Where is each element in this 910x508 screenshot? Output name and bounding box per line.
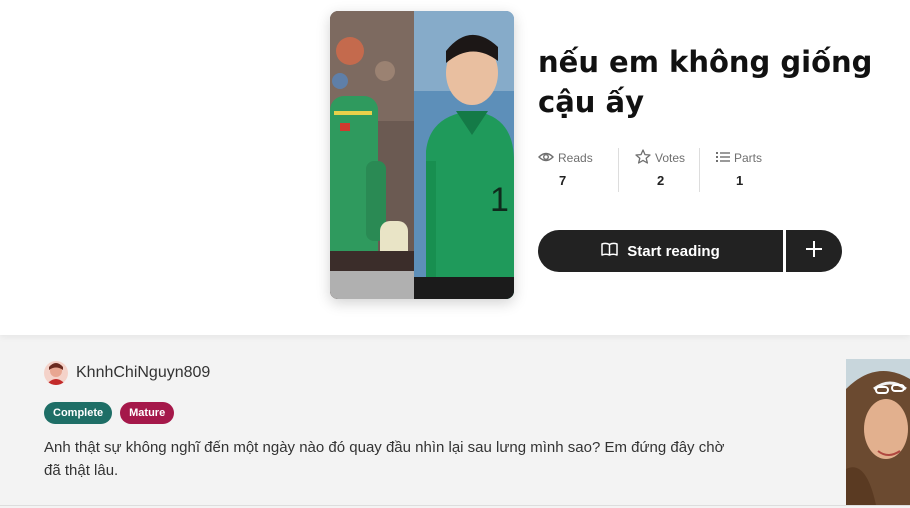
svg-text:1: 1 [490,181,509,219]
story-title: nếu em không giống cậu ấy [538,45,873,119]
reads-count: 7 [559,173,567,188]
parts-label: Parts [734,151,763,165]
list-icon [716,151,730,166]
votes-count: 2 [657,173,665,188]
start-reading-label: Start reading [627,242,720,260]
add-to-library-button[interactable] [786,230,842,272]
mature-badge: Mature [120,402,175,424]
side-ad-image[interactable] [846,359,910,505]
story-header: 1 nếu em không giống cậu ấy Reads 7 Vote… [0,0,910,335]
cover-image: 1 [330,11,514,299]
stat-parts: Parts 1 [699,148,780,192]
parts-count: 1 [736,173,744,188]
story-stats: Reads 7 Votes 2 Parts 1 [538,148,780,192]
open-book-icon [601,242,618,260]
story-cover[interactable]: 1 [330,11,514,299]
start-reading-button[interactable]: Start reading [538,230,783,272]
plus-icon [805,240,823,263]
stat-votes: Votes 2 [618,148,699,192]
story-tags: Complete Mature [44,402,175,424]
story-description: Anh thật sự không nghĩ đến một ngày nào … [44,439,725,479]
eye-icon [538,151,554,166]
divider [0,505,910,506]
reads-label: Reads [558,151,593,165]
avatar [44,361,68,385]
star-icon [635,149,651,167]
author-link[interactable]: KhnhChiNguyn809 [44,361,210,385]
stat-reads: Reads 7 [538,148,618,192]
complete-badge: Complete [44,402,113,424]
author-name[interactable]: KhnhChiNguyn809 [76,364,210,382]
votes-label: Votes [655,151,686,165]
